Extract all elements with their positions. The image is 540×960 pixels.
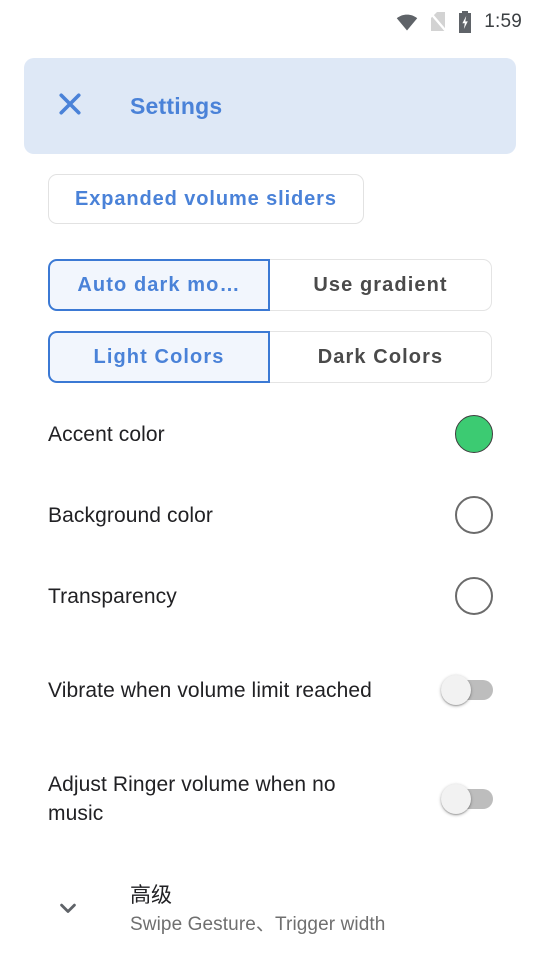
advanced-subtitle: Swipe Gesture、Trigger width: [130, 914, 386, 935]
settings-header-card: Settings: [24, 58, 516, 154]
dark-mode-segmented-control: Auto dark mo… Use gradient: [48, 259, 492, 311]
vibrate-volume-limit-label: Vibrate when volume limit reached: [48, 678, 372, 702]
segment-light-colors[interactable]: Light Colors: [48, 331, 270, 383]
list-item-accent-color[interactable]: Accent color: [0, 410, 540, 458]
no-sim-icon: [428, 10, 448, 34]
close-button[interactable]: [46, 82, 94, 130]
list-item-background-color[interactable]: Background color: [0, 491, 540, 539]
toggle-thumb: [441, 675, 471, 705]
advanced-title: 高级: [130, 884, 172, 907]
vibrate-volume-limit-toggle[interactable]: [441, 675, 493, 705]
vibrate-volume-limit-control[interactable]: [441, 675, 493, 705]
status-bar: 1:59: [0, 0, 540, 44]
battery-charging-icon: [457, 10, 473, 34]
expanded-volume-sliders-button[interactable]: Expanded volume sliders: [48, 174, 364, 224]
wifi-icon: [395, 10, 419, 34]
accent-color-control[interactable]: [455, 415, 493, 453]
list-item-advanced[interactable]: 高级 Swipe Gesture、Trigger width: [0, 860, 540, 960]
close-icon: [55, 89, 85, 124]
segment-use-gradient[interactable]: Use gradient: [270, 259, 492, 311]
list-item-vibrate-volume-limit[interactable]: Vibrate when volume limit reached: [0, 660, 540, 720]
background-color-label: Background color: [48, 503, 214, 527]
adjust-ringer-volume-control[interactable]: [441, 784, 493, 814]
transparency-control[interactable]: [455, 577, 493, 615]
adjust-ringer-volume-toggle[interactable]: [441, 784, 493, 814]
accent-color-swatch[interactable]: [455, 415, 493, 453]
page-title: Settings: [130, 92, 223, 119]
expand-advanced-button[interactable]: [44, 886, 92, 934]
status-time: 1:59: [484, 11, 522, 32]
list-item-adjust-ringer-volume[interactable]: Adjust Ringer volume when no music: [0, 769, 540, 829]
advanced-text-block: 高级 Swipe Gesture、Trigger width: [130, 881, 385, 939]
segment-dark-colors[interactable]: Dark Colors: [270, 331, 492, 383]
adjust-ringer-volume-label: Adjust Ringer volume when no music: [48, 773, 336, 825]
expanded-volume-sliders-row: Expanded volume sliders: [48, 174, 364, 224]
transparency-label: Transparency: [48, 584, 177, 608]
background-color-control[interactable]: [455, 496, 493, 534]
segment-auto-dark-mode[interactable]: Auto dark mo…: [48, 259, 270, 311]
list-item-transparency[interactable]: Transparency: [0, 572, 540, 620]
transparency-swatch[interactable]: [455, 577, 493, 615]
chevron-down-icon: [54, 894, 82, 927]
color-scheme-segmented-control: Light Colors Dark Colors: [48, 331, 492, 383]
accent-color-label: Accent color: [48, 422, 165, 446]
toggle-thumb: [441, 784, 471, 814]
background-color-swatch[interactable]: [455, 496, 493, 534]
